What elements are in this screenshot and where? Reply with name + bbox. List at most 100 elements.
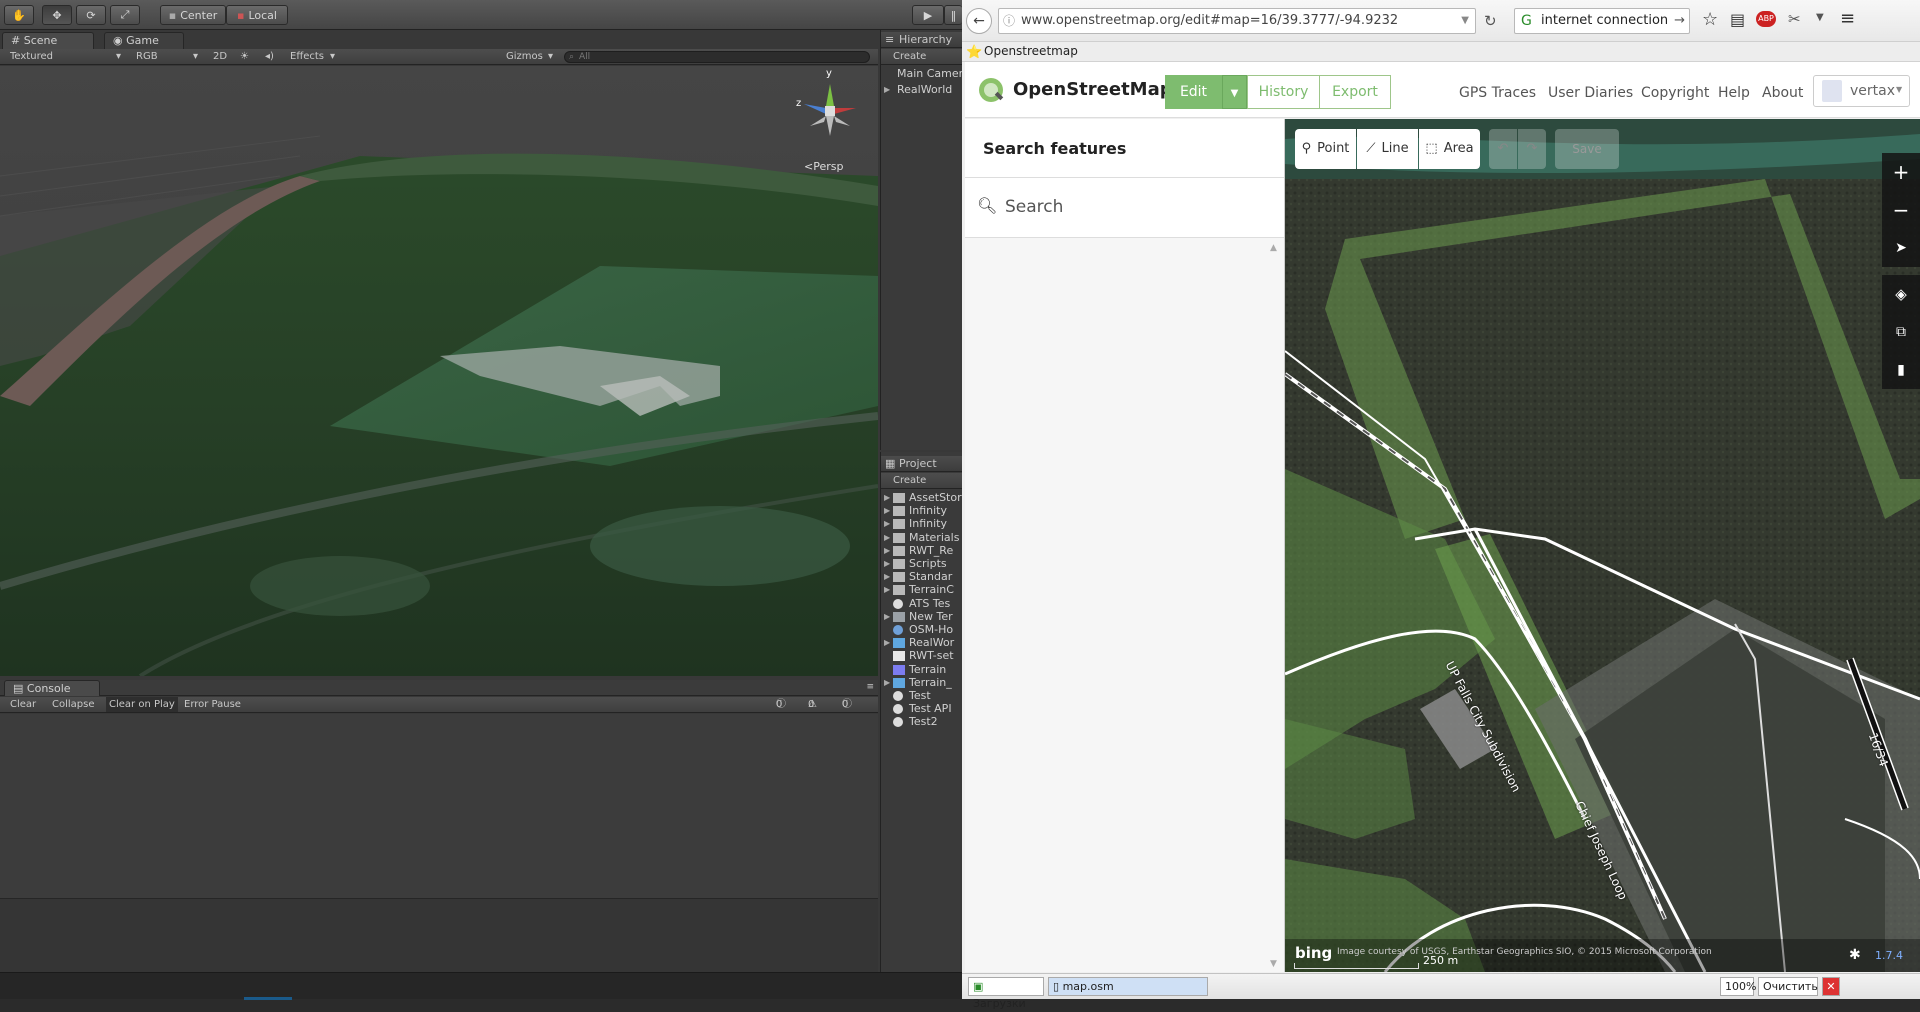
osm-header: OpenStreetMap Edit ▼ History Export GPS …	[965, 62, 1920, 118]
nav-gps-traces[interactable]: GPS Traces	[1459, 85, 1536, 101]
imagery-attribution[interactable]: Image courtesy of USGS, Earthstar Geogra…	[1337, 947, 1712, 957]
hand-tool-button[interactable]: ✋	[4, 5, 34, 25]
projection-mode-label[interactable]: <Persp	[804, 160, 843, 173]
nav-copyright[interactable]: Copyright	[1641, 85, 1709, 101]
editor-version[interactable]: 1.7.4	[1875, 949, 1903, 962]
back-button[interactable]: ←	[966, 8, 992, 34]
scale-bar[interactable]	[1294, 963, 1419, 969]
expand-arrow-icon[interactable]: ▶	[884, 82, 890, 98]
console-clear-button[interactable]: Clear	[10, 697, 36, 712]
persp-label: Persp	[813, 160, 844, 173]
bookmark-openstreetmap[interactable]: Openstreetmap	[984, 42, 1078, 61]
reload-button[interactable]: ↻	[1484, 12, 1497, 30]
console-clear-on-play-toggle[interactable]: Clear on Play	[106, 697, 178, 712]
download-item-map-osm[interactable]: ▯ map.osm	[1048, 977, 1208, 996]
effects-dropdown[interactable]: Effects	[290, 49, 324, 64]
rotate-tool-button[interactable]: ⟳	[76, 5, 106, 25]
folder-icon	[893, 519, 905, 530]
extension-icon[interactable]: ✂	[1788, 10, 1801, 28]
map-canvas[interactable]: UP Falls City Subdivision Chief Joseph L…	[1285, 119, 1920, 972]
console-log-area[interactable]	[0, 714, 878, 898]
tab-game[interactable]: ◉ Game	[104, 32, 184, 49]
console-error-pause-toggle[interactable]: Error Pause	[184, 697, 241, 712]
hierarchy-item-main-camera[interactable]: Main Camera	[881, 66, 962, 82]
scene-viewport[interactable]: y z <Persp	[0, 66, 878, 676]
project-tab-label: Project	[899, 457, 937, 470]
pause-button[interactable]: ‖	[944, 5, 962, 25]
add-point-button[interactable]: ⚲ Point	[1295, 129, 1356, 169]
nav-help[interactable]: Help	[1718, 85, 1750, 101]
url-history-dropdown-icon[interactable]: ▼	[1461, 9, 1469, 33]
url-bar[interactable]: ⓘ www.openstreetmap.org/edit#map=16/39.3…	[998, 8, 1476, 34]
help-button[interactable]: ▮	[1882, 351, 1920, 389]
downloads-button[interactable]: ▣ Загрузки	[968, 977, 1044, 1010]
move-tool-button[interactable]: ✥	[42, 5, 72, 25]
extension-dropdown-icon[interactable]: ▼	[1816, 12, 1824, 23]
search-go-icon[interactable]: →	[1674, 9, 1685, 33]
bug-report-icon[interactable]: ✱	[1849, 947, 1861, 963]
search-bar[interactable]: G internet connection →	[1514, 8, 1690, 34]
geolocate-button[interactable]: ➤	[1882, 229, 1920, 267]
project-item[interactable]: Test2	[881, 714, 963, 730]
add-area-button[interactable]: ⬚ Area	[1419, 129, 1480, 169]
reading-list-icon[interactable]: ▤	[1730, 10, 1745, 29]
nav-about[interactable]: About	[1762, 85, 1803, 101]
edit-button[interactable]: Edit	[1165, 75, 1222, 109]
bookmark-star-icon[interactable]: ☆	[1702, 9, 1718, 30]
edit-dropdown-button[interactable]: ▼	[1222, 75, 1247, 109]
map-data-button[interactable]: ⧉	[1882, 313, 1920, 351]
game-tab-label: Game	[126, 34, 159, 47]
sidebar-scroll-up-icon[interactable]: ▲	[1270, 243, 1277, 253]
point-icon: ⚲	[1301, 141, 1312, 156]
console-collapse-button[interactable]: Collapse	[52, 697, 95, 712]
project-tab[interactable]: ▦ Project	[881, 456, 963, 472]
osm-brand-name[interactable]: OpenStreetMap	[1013, 79, 1173, 100]
bing-logo[interactable]: bing	[1295, 944, 1332, 962]
history-button[interactable]: History	[1247, 75, 1320, 109]
osm-logo-icon[interactable]	[977, 76, 1005, 104]
sidebar-scroll-down-icon[interactable]: ▼	[1270, 959, 1277, 969]
zoom-in-button[interactable]: +	[1882, 153, 1920, 191]
undo-button[interactable]: ↶	[1489, 129, 1517, 169]
pivot-center-button[interactable]: ▪ Center	[160, 5, 226, 25]
audio-toggle-icon[interactable]: ◂)	[265, 49, 274, 64]
nav-user-diaries[interactable]: User Diaries	[1548, 85, 1633, 101]
redo-button[interactable]: ↷	[1518, 129, 1546, 169]
project-create-dropdown[interactable]: Create	[893, 473, 926, 488]
zoom-level[interactable]: 100%	[1720, 977, 1756, 996]
mode-2d-toggle[interactable]: 2D	[213, 49, 227, 64]
hierarchy-create-dropdown[interactable]: Create	[893, 49, 926, 64]
render-mode-dropdown[interactable]: RGB	[136, 49, 158, 64]
tab-console[interactable]: ▤ Console	[4, 680, 100, 696]
search-engine-icon[interactable]: G	[1521, 9, 1532, 33]
feature-search-input[interactable]: 🔍︎ Search	[965, 178, 1284, 238]
folder-icon	[893, 506, 905, 517]
hierarchy-item-realworld[interactable]: ▶ RealWorld	[881, 82, 962, 98]
book-icon: ▮	[1897, 362, 1905, 378]
pivot-local-button[interactable]: ▪ Local	[226, 5, 288, 25]
export-button[interactable]: Export	[1319, 75, 1391, 109]
site-info-icon[interactable]: ⓘ	[1003, 9, 1015, 33]
menu-icon[interactable]: ≡	[1840, 8, 1855, 29]
console-detail-area[interactable]	[0, 898, 878, 972]
play-button[interactable]: ▶	[912, 5, 944, 25]
lighting-toggle-icon[interactable]: ☀	[240, 49, 249, 64]
zoom-out-button[interactable]: −	[1882, 191, 1920, 229]
clear-downloads-button[interactable]: Очистить	[1758, 977, 1818, 996]
gizmos-dropdown[interactable]: Gizmos	[506, 49, 543, 64]
console-menu-icon[interactable]: ≡	[866, 680, 874, 695]
adblock-icon[interactable]: ABP	[1756, 11, 1776, 27]
background-layers-button[interactable]: ◈	[1882, 275, 1920, 313]
osm-sidebar: Search features 🔍︎ Search ▲ ▼	[965, 119, 1285, 972]
scene-search-input[interactable]: ⌕ All	[564, 51, 870, 63]
tab-scene[interactable]: # Scene	[2, 32, 94, 49]
close-download-bar-button[interactable]: ✕	[1822, 977, 1840, 996]
search-text: internet connection	[1541, 13, 1669, 28]
scene-orientation-gizmo[interactable]: y z <Persp	[790, 68, 870, 174]
user-menu[interactable]: vertax ▼	[1813, 75, 1910, 107]
shading-mode-dropdown[interactable]: Textured	[10, 49, 53, 64]
hierarchy-tab[interactable]: ≡ Hierarchy	[881, 32, 963, 48]
save-button[interactable]: Save	[1555, 129, 1619, 169]
scale-tool-button[interactable]: ⤢	[110, 5, 140, 25]
add-line-button[interactable]: ⟋ Line	[1357, 129, 1418, 169]
